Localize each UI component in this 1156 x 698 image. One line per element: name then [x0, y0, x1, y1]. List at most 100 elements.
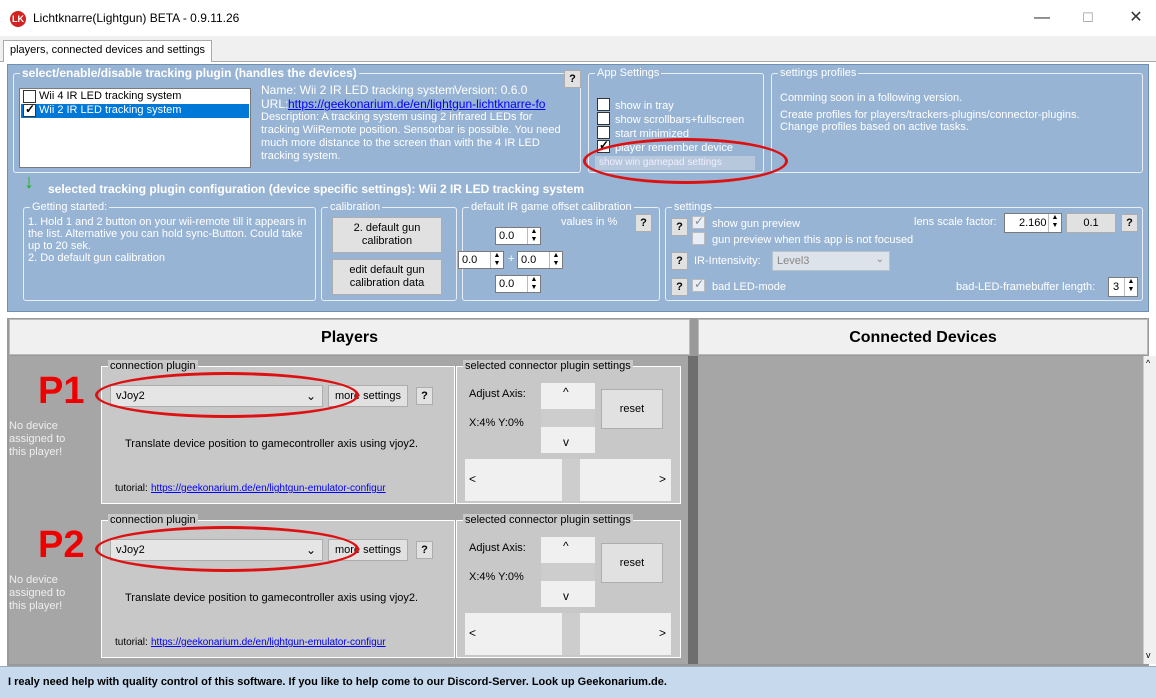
plugin-checkbox[interactable] [23, 102, 36, 117]
plugin-url-link[interactable]: https://geekonarium.de/en/lightgun-licht… [288, 97, 545, 111]
scroll-thumb[interactable] [541, 409, 595, 427]
ir-intensity-help-button[interactable]: ? [671, 252, 688, 270]
tab-players-devices-settings[interactable]: players, connected devices and settings [3, 40, 213, 62]
tutorial-label: tutorial: [115, 483, 148, 494]
ir-intensity-select[interactable]: Level3 ⌄ [772, 251, 890, 271]
gun-preview-help-button[interactable]: ? [671, 218, 688, 236]
ir-offset-help-button[interactable]: ? [635, 214, 652, 232]
connector-settings-group: selected connector plugin settings Adjus… [456, 360, 681, 504]
spinner-arrows-icon[interactable]: ▲ ▼ [1124, 278, 1137, 296]
player-panel-1: P1 No device assigned to this player! co… [9, 356, 688, 510]
horizontal-axis-scroll[interactable]: < > [465, 459, 671, 501]
plugin-list-item[interactable]: Wii 2 IR LED tracking system [21, 102, 249, 118]
bad-led-help-button[interactable]: ? [671, 278, 688, 296]
framebuffer-label: bad-LED-framebuffer length: [956, 281, 1096, 293]
chevron-left-icon[interactable]: < [469, 472, 476, 486]
plugin-list-item[interactable]: Wii 4 IR LED tracking system [21, 90, 249, 104]
bad-led-label: bad LED-mode [712, 281, 786, 293]
app-settings-heading: App Settings [595, 67, 662, 79]
down-arrow-icon: ↓ [24, 171, 34, 193]
framebuffer-value: 3 [1113, 281, 1120, 293]
spinner-arrows-icon[interactable]: ▲ ▼ [490, 252, 503, 268]
maximize-button[interactable]: ☐ [1076, 8, 1100, 28]
app-icon: LK [10, 11, 26, 27]
edit-calibration-button[interactable]: edit default gun calibration data [332, 259, 442, 295]
tutorial-link[interactable]: https://geekonarium.de/en/lightgun-emula… [151, 637, 386, 648]
offset-top-spinner[interactable]: 0.0 ▲ ▼ [495, 227, 541, 245]
ir-intensity-label: IR-Intensivity: [694, 255, 761, 267]
tutorial-label: tutorial: [115, 637, 148, 648]
framebuffer-spinner[interactable]: 3 ▲ ▼ [1108, 277, 1138, 297]
adjust-axis-label: Adjust Axis: [469, 542, 526, 554]
no-device-text: No device assigned to this player! [9, 574, 66, 612]
show-gun-preview-checkbox[interactable] [692, 214, 705, 229]
scroll-thumb[interactable] [541, 563, 595, 581]
scroll-up-icon[interactable]: ^ [1146, 358, 1150, 368]
lens-scale-value: 2.160 [1019, 217, 1047, 229]
player-help-button[interactable]: ? [416, 387, 433, 405]
plugin-select-group: select/enable/disable tracking plugin (h… [13, 67, 581, 173]
adjust-axis-label: Adjust Axis: [469, 388, 526, 400]
profiles-line-3: Change profiles based on active tasks. [780, 121, 969, 133]
lens-help-button[interactable]: ? [1121, 214, 1138, 232]
connected-devices-list[interactable] [698, 356, 1143, 664]
show-scrollbars-label: show scrollbars+fullscreen [615, 114, 745, 126]
spinner-arrows-icon[interactable]: ▲ ▼ [527, 228, 540, 244]
player-label: P2 [38, 524, 85, 566]
show-scrollbars-checkbox[interactable] [597, 112, 610, 125]
ir-intensity-value: Level3 [777, 255, 810, 267]
close-button[interactable]: ✕ [1124, 8, 1148, 28]
chevron-up-icon[interactable]: ^ [563, 539, 569, 553]
chevron-down-icon[interactable]: v [563, 589, 569, 603]
player-help-button[interactable]: ? [416, 541, 433, 559]
offset-bottom-value: 0.0 [499, 278, 515, 290]
profiles-line-2: Create profiles for players/trackers-plu… [780, 109, 1080, 121]
bad-led-checkbox[interactable] [692, 277, 705, 292]
annotation-ellipse [95, 372, 359, 418]
devices-scrollbar[interactable]: ^ v [1143, 356, 1156, 664]
title-bar: LK Lichtknarre(Lightgun) BETA - 0.9.11.2… [0, 0, 1156, 36]
window-title: Lichtknarre(Lightgun) BETA - 0.9.11.26 [33, 11, 240, 25]
chevron-left-icon[interactable]: < [469, 626, 476, 640]
spinner-arrows-icon[interactable]: ▲ ▼ [549, 252, 562, 268]
plugin-description: Description: A tracking system using 2 i… [261, 111, 561, 162]
connector-settings-heading: selected connector plugin settings [463, 360, 633, 372]
offset-left-spinner[interactable]: 0.0 ▲ ▼ [458, 251, 504, 269]
lens-scale-spinner[interactable]: 2.160 ▲ ▼ [1004, 213, 1062, 233]
chevron-right-icon[interactable]: > [659, 626, 666, 640]
vertical-axis-scroll[interactable]: ^ v [541, 383, 595, 453]
gun-preview-unfocused-checkbox[interactable] [692, 232, 705, 245]
scroll-thumb[interactable] [562, 613, 580, 655]
chevron-up-icon[interactable]: ^ [563, 385, 569, 399]
connector-settings-heading: selected connector plugin settings [463, 514, 633, 526]
plugin-listbox[interactable]: Wii 4 IR LED tracking system Wii 2 IR LE… [19, 88, 251, 168]
show-in-tray-checkbox[interactable] [597, 98, 610, 111]
plugin-name: Name: Wii 2 IR LED tracking system [261, 83, 456, 97]
players-header: Players [9, 319, 690, 355]
getting-started-heading: Getting started: [30, 201, 110, 213]
minimize-button[interactable]: — [1030, 8, 1054, 28]
no-device-text: No device assigned to this player! [9, 420, 66, 458]
vertical-axis-scroll[interactable]: ^ v [541, 537, 595, 607]
settings-profiles-heading: settings profiles [778, 67, 859, 79]
scroll-thumb[interactable] [562, 459, 580, 501]
calibration-heading: calibration [328, 201, 383, 213]
chevron-right-icon[interactable]: > [659, 472, 666, 486]
show-in-tray-label: show in tray [615, 100, 674, 112]
offset-right-spinner[interactable]: 0.0 ▲ ▼ [517, 251, 563, 269]
plugin-help-button[interactable]: ? [564, 70, 581, 88]
tutorial-link[interactable]: https://geekonarium.de/en/lightgun-emula… [151, 483, 386, 494]
spinner-arrows-icon[interactable]: ▲ ▼ [527, 276, 540, 292]
default-gun-calibration-button[interactable]: 2. default gun calibration [332, 217, 442, 253]
horizontal-axis-scroll[interactable]: < > [465, 613, 671, 655]
reset-button[interactable]: reset [601, 389, 663, 429]
plugin-select-heading: select/enable/disable tracking plugin (h… [20, 66, 359, 80]
lens-step-field[interactable]: 0.1 [1066, 213, 1116, 233]
spinner-arrows-icon[interactable]: ▲ ▼ [1048, 214, 1061, 232]
chevron-down-icon[interactable]: v [563, 435, 569, 449]
plugin-item-label: Wii 4 IR LED tracking system [39, 90, 182, 102]
splitter[interactable] [688, 356, 698, 664]
scroll-down-icon[interactable]: v [1146, 650, 1151, 660]
reset-button[interactable]: reset [601, 543, 663, 583]
offset-bottom-spinner[interactable]: 0.0 ▲ ▼ [495, 275, 541, 293]
